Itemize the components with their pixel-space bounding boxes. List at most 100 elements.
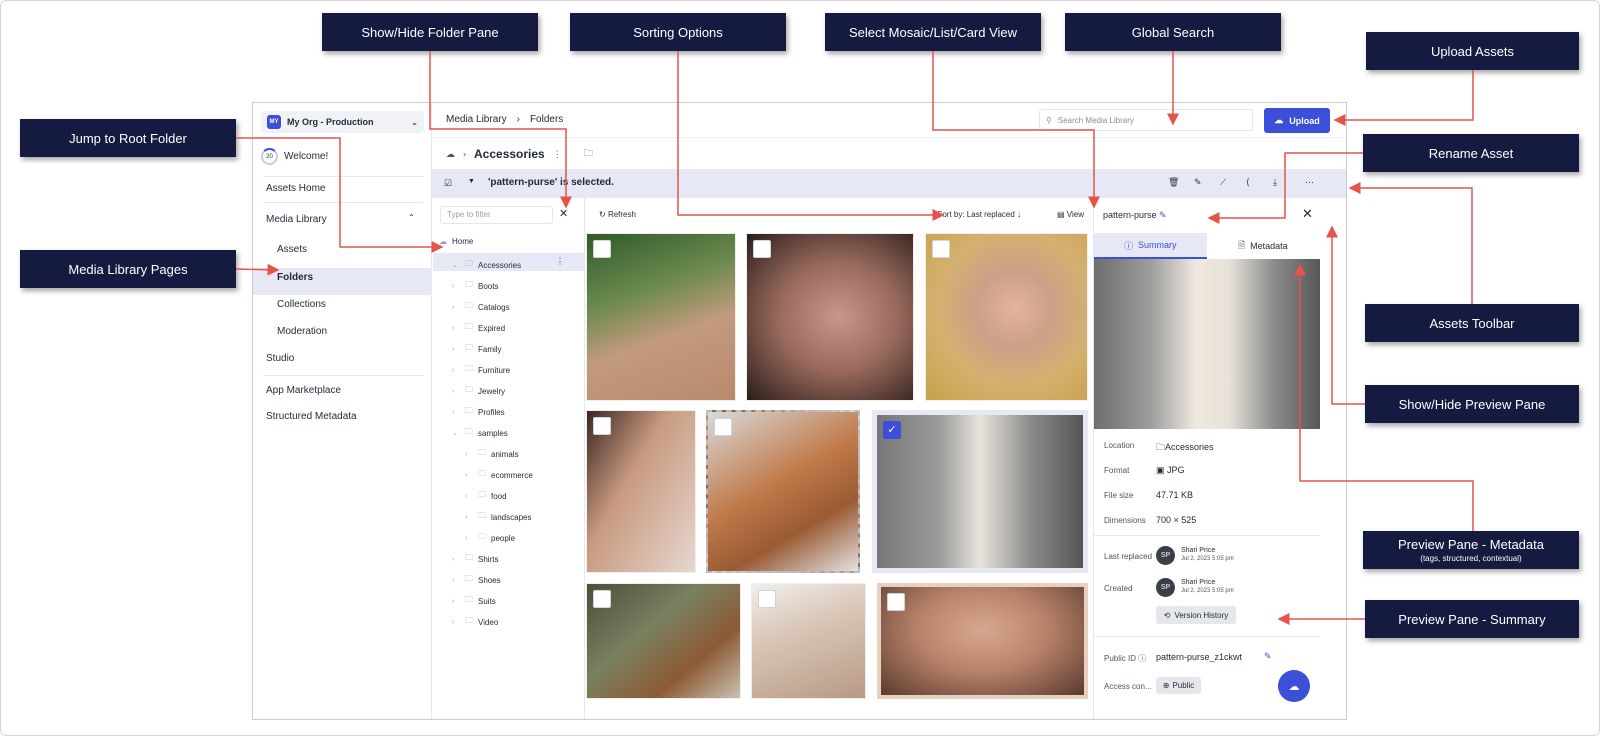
caret-down-icon[interactable]: ▼	[468, 178, 475, 185]
asset-checkbox[interactable]	[714, 418, 732, 436]
tree-label: Video	[478, 617, 499, 627]
kebab-menu-icon[interactable]: ⋮	[556, 257, 564, 266]
nav-media-library[interactable]: Media Library	[266, 214, 327, 225]
tree-item-shoes[interactable]: › 🗀 Shoes	[452, 573, 501, 587]
pencil-icon[interactable]: ✎	[1264, 651, 1272, 662]
tree-item-family[interactable]: › 🗀 Family	[452, 342, 502, 356]
select-checkbox-icon[interactable]: ☑	[444, 178, 452, 189]
tree-item-people[interactable]: › 🗀 people	[465, 531, 515, 545]
asset-checkbox[interactable]	[753, 240, 771, 258]
share-icon[interactable]: ⟨	[1246, 177, 1250, 188]
nav-collections[interactable]: Collections	[277, 299, 326, 310]
chevron-right-icon[interactable]: ›	[452, 304, 460, 311]
more-icon[interactable]: ⋯	[1305, 177, 1314, 188]
chevron-down-icon[interactable]: ⌄	[452, 261, 460, 269]
tree-item-catalogs[interactable]: › 🗀 Catalogs	[452, 300, 510, 314]
asset-tile[interactable]	[706, 410, 860, 573]
tree-item-profiles[interactable]: › 🗀 Profiles	[452, 405, 505, 419]
delete-icon[interactable]: 🗑	[1168, 177, 1179, 188]
chevron-right-icon[interactable]: ›	[452, 577, 460, 584]
tree-item-samples[interactable]: ⌄ 🗀 samples	[452, 426, 508, 440]
magic-wand-icon[interactable]: ⟋	[1220, 177, 1226, 188]
asset-checkbox[interactable]	[758, 590, 776, 608]
chevron-right-icon[interactable]: ›	[465, 493, 473, 500]
tree-item-animals[interactable]: › 🗀 animals	[465, 447, 519, 461]
tree-item-ecommerce[interactable]: › 🗀 ecommerce	[465, 468, 533, 482]
close-icon[interactable]: ✕	[559, 207, 568, 220]
chevron-right-icon[interactable]: ›	[465, 451, 473, 458]
asset-tile[interactable]	[751, 583, 866, 699]
tree-item-jewelry[interactable]: › 🗀 Jewelry	[452, 384, 505, 398]
asset-checkbox[interactable]	[593, 417, 611, 435]
asset-checkbox[interactable]	[593, 590, 611, 608]
location-value[interactable]: 🗀Accessories	[1156, 440, 1214, 456]
chevron-down-icon[interactable]: ⌄	[452, 429, 460, 437]
asset-tile[interactable]	[925, 233, 1088, 401]
cloud-root-icon[interactable]: ☁	[446, 149, 455, 160]
chevron-right-icon[interactable]: ›	[452, 367, 460, 374]
tree-item-landscapes[interactable]: › 🗀 landscapes	[465, 510, 531, 524]
edit-list-icon[interactable]: ✎	[1194, 177, 1202, 188]
chevron-right-icon[interactable]: ›	[452, 556, 460, 563]
chevron-right-icon[interactable]: ›	[452, 283, 460, 290]
close-icon[interactable]: ✕	[1302, 206, 1313, 222]
chevron-right-icon[interactable]: ›	[452, 325, 460, 332]
chevron-right-icon[interactable]: ›	[465, 514, 473, 521]
tree-item-boots[interactable]: › 🗀 Boots	[452, 279, 498, 293]
sort-dropdown[interactable]: Sort by: Last replaced ↓	[937, 210, 1021, 219]
chevron-right-icon[interactable]: ›	[452, 598, 460, 605]
nav-assets-home[interactable]: Assets Home	[266, 183, 325, 194]
nav-app-marketplace[interactable]: App Marketplace	[266, 385, 341, 396]
nav-moderation[interactable]: Moderation	[277, 326, 327, 337]
chevron-up-icon[interactable]: ⌃	[408, 213, 415, 222]
tab-metadata[interactable]: 🗎 Metadata	[1207, 233, 1320, 259]
access-badge[interactable]: ⊕ Public	[1156, 677, 1201, 694]
nav-folders[interactable]: Folders	[277, 272, 313, 283]
new-folder-icon[interactable]: 🗀	[584, 146, 593, 162]
tree-item-expired[interactable]: › 🗀 Expired	[452, 321, 505, 335]
version-history-button[interactable]: ⟲ Version History	[1156, 606, 1236, 624]
tree-item-furniture[interactable]: › 🗀 Furniture	[452, 363, 510, 377]
nav-studio[interactable]: Studio	[266, 353, 294, 364]
check-icon[interactable]: ✓	[883, 421, 901, 439]
chevron-right-icon[interactable]: ›	[465, 535, 473, 542]
kebab-menu-icon[interactable]: ⋮	[553, 149, 562, 160]
nav-assets[interactable]: Assets	[277, 244, 307, 255]
help-fab-button[interactable]: ☁	[1278, 670, 1310, 702]
download-icon[interactable]: ⤓	[1273, 177, 1277, 188]
chevron-right-icon[interactable]: ›	[452, 409, 460, 416]
tree-item-accessories[interactable]: ⌄ 🗀 Accessories	[452, 258, 521, 272]
tree-item-video[interactable]: › 🗀 Video	[452, 615, 498, 629]
asset-tile-selected[interactable]: ✓	[872, 410, 1088, 573]
tab-summary[interactable]: ⓘ Summary	[1094, 233, 1207, 259]
breadcrumb-media-library[interactable]: Media Library	[446, 114, 507, 125]
tree-item-suits[interactable]: › 🗀 Suits	[452, 594, 496, 608]
nav-structured-metadata[interactable]: Structured Metadata	[266, 411, 357, 422]
asset-checkbox[interactable]	[932, 240, 950, 258]
asset-checkbox[interactable]	[887, 593, 905, 611]
chevron-right-icon[interactable]: ›	[465, 472, 473, 479]
folder-icon: 🗀	[465, 385, 473, 394]
folder-filter-input[interactable]: Type to filter	[440, 206, 553, 224]
tree-item-home[interactable]: ☁ Home	[439, 237, 473, 246]
pencil-icon[interactable]: ✎	[1159, 210, 1167, 220]
chevron-right-icon[interactable]: ›	[452, 619, 460, 626]
chevron-right-icon[interactable]: ›	[452, 346, 460, 353]
tree-item-shirts[interactable]: › 🗀 Shirts	[452, 552, 498, 566]
welcome-item[interactable]: 20 Welcome!	[261, 148, 328, 165]
breadcrumb-folders[interactable]: Folders	[530, 114, 563, 125]
upload-button[interactable]: ☁ Upload	[1264, 108, 1330, 133]
asset-checkbox[interactable]	[593, 240, 611, 258]
asset-tile[interactable]	[586, 410, 696, 573]
refresh-button[interactable]: ↻ Refresh	[599, 210, 636, 219]
view-button[interactable]: ▤ View	[1057, 210, 1084, 219]
asset-tile[interactable]	[586, 583, 741, 699]
org-switcher[interactable]: MY My Org - Production ⌄	[261, 111, 424, 133]
folder-header: ☁ › Accessories ⋮ 🗀	[446, 146, 593, 162]
search-input[interactable]: ⚲ Search Media Library	[1039, 109, 1253, 131]
asset-tile[interactable]	[746, 233, 914, 401]
asset-tile[interactable]	[586, 233, 736, 401]
chevron-right-icon[interactable]: ›	[452, 388, 460, 395]
asset-tile[interactable]	[877, 583, 1088, 699]
tree-item-food[interactable]: › 🗀 food	[465, 489, 507, 503]
